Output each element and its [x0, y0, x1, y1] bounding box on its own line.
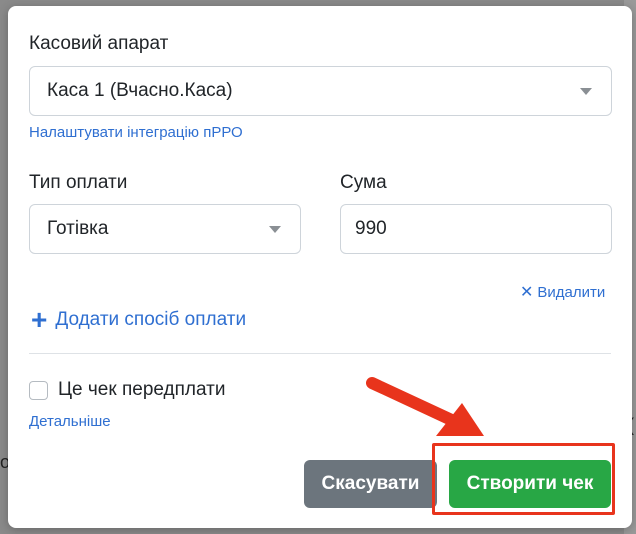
cancel-button[interactable]: Скасувати	[304, 460, 437, 508]
payment-type-select[interactable]: Готівка	[29, 204, 301, 254]
add-payment-method-label: Додати спосіб оплати	[55, 309, 247, 330]
details-link[interactable]: Детальніше	[29, 413, 111, 430]
payment-type-select-value: Готівка	[47, 218, 109, 239]
register-select[interactable]: Каса 1 (Вчасно.Каса)	[29, 66, 612, 116]
amount-input[interactable]	[340, 204, 612, 254]
register-select-value: Каса 1 (Вчасно.Каса)	[47, 80, 233, 101]
close-icon: ✕	[520, 284, 534, 301]
caret-down-icon	[269, 226, 281, 233]
create-receipt-button[interactable]: Створити чек	[449, 460, 611, 508]
amount-label: Сума	[340, 172, 387, 193]
remove-payment-label: Видалити	[537, 283, 606, 301]
prepayment-checkbox[interactable]	[29, 380, 48, 400]
prepayment-label: Це чек передплати	[58, 379, 226, 400]
prepayment-checkbox-row[interactable]: Це чек передплати	[29, 379, 225, 401]
divider	[29, 353, 611, 354]
caret-down-icon	[580, 88, 592, 95]
configure-prro-link[interactable]: Налаштувати інтеграцію пРРО	[29, 124, 243, 141]
payment-type-label: Тип оплати	[29, 172, 128, 193]
add-payment-method-link[interactable]: + Додати спосіб оплати	[31, 306, 246, 334]
create-receipt-modal: Касовий апарат Каса 1 (Вчасно.Каса) Нала…	[8, 6, 632, 528]
remove-payment-link[interactable]: ✕ Видалити	[520, 282, 605, 302]
register-label: Касовий апарат	[29, 33, 169, 54]
plus-icon: +	[31, 304, 48, 335]
